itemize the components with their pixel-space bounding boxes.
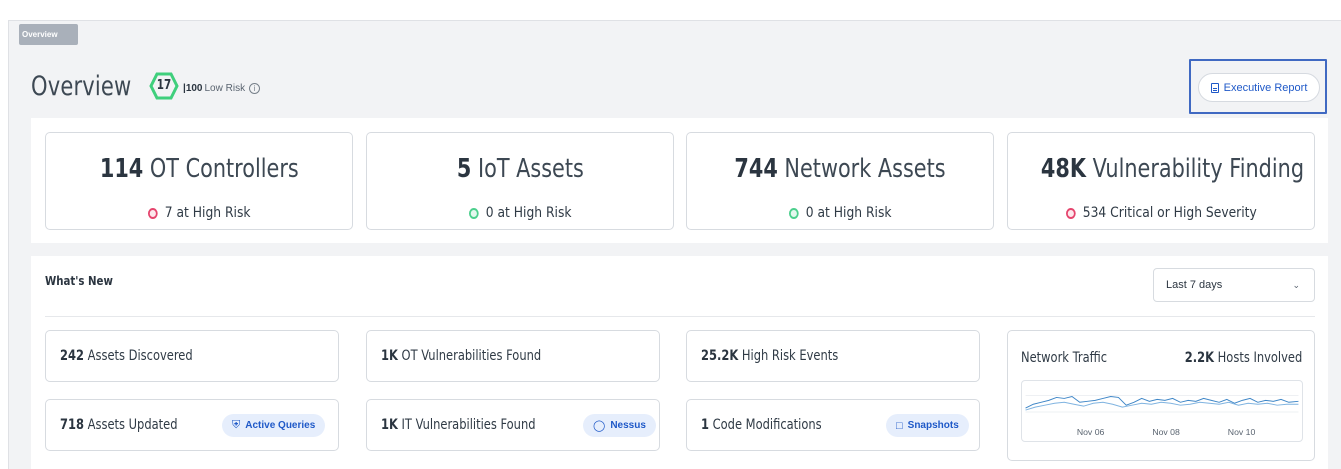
card-label: IT Vulnerabilities Found [401, 417, 536, 433]
kpi-label: Vulnerability Finding [1092, 154, 1305, 184]
card-ot-vulnerabilities[interactable]: 1K OT Vulnerabilities Found [366, 330, 660, 382]
active-queries-badge[interactable]: ⛨ Active Queries [222, 414, 326, 437]
page-title: Overview [31, 70, 132, 102]
hosts-involved: 2.2K Hosts Involved [1184, 350, 1302, 366]
card-value: 1 [701, 417, 709, 433]
risk-score-value: 17 [156, 78, 172, 93]
report-icon [1210, 82, 1219, 93]
executive-report-highlight: Executive Report [1189, 59, 1327, 114]
kpi-label: Network Assets [784, 154, 946, 184]
kpi-value: 744 [734, 154, 778, 184]
whats-new-title: What's New [45, 274, 113, 288]
x-tick-label: Nov 10 [1228, 427, 1256, 437]
kpi-subtext: 0 at High Risk [805, 205, 892, 221]
executive-report-button[interactable]: Executive Report [1198, 73, 1320, 102]
x-tick-label: Nov 06 [1077, 427, 1105, 437]
card-label: Code Modifications [712, 417, 822, 433]
kpi-iot-assets[interactable]: 5 IoT Assets 0 at High Risk [366, 132, 674, 230]
badge-label: Nessus [610, 420, 646, 431]
date-range-value: Last 7 days [1166, 279, 1223, 291]
network-traffic-label: Network Traffic [1021, 350, 1108, 366]
kpi-ot-controllers[interactable]: 114 OT Controllers 7 at High Risk [45, 132, 353, 230]
check-icon [788, 207, 799, 219]
card-value: 1K [381, 348, 398, 364]
kpi-label: IoT Assets [477, 154, 584, 184]
kpi-vulnerability-findings[interactable]: 48K Vulnerability Finding 534 Critical o… [1007, 132, 1315, 230]
card-value: 1K [381, 417, 398, 433]
info-icon[interactable]: i [249, 83, 261, 94]
badge-label: Snapshots [907, 420, 959, 431]
card-code-modifications[interactable]: 1 Code Modifications □ Snapshots [686, 399, 980, 451]
risk-score-max: |100 [183, 83, 203, 94]
nessus-badge[interactable]: ◯ Nessus [583, 414, 656, 437]
title-row: Overview 17 |100 Low Risk i [31, 66, 261, 106]
kpi-subtext: 7 at High Risk [164, 205, 251, 221]
scan-icon: ◯ [593, 420, 606, 432]
chevron-down-icon: ⌄ [1292, 280, 1300, 290]
risk-score-hexagon: 17 [149, 71, 179, 101]
date-range-select[interactable]: Last 7 days ⌄ [1153, 268, 1315, 302]
summary-panel: 114 OT Controllers 7 at High Risk 5 IoT … [31, 118, 1328, 243]
breadcrumb[interactable]: Overview [19, 24, 78, 45]
alert-icon [1065, 207, 1076, 219]
divider [45, 316, 1315, 317]
shield-icon: ⛨ [232, 419, 241, 431]
kpi-subtext: 0 at High Risk [485, 205, 572, 221]
card-label: Assets Updated [87, 417, 178, 433]
kpi-label: OT Controllers [149, 154, 299, 184]
executive-report-label: Executive Report [1223, 81, 1308, 94]
kpi-value: 114 [99, 154, 143, 184]
snapshots-badge[interactable]: □ Snapshots [886, 414, 969, 437]
x-tick-label: Nov 08 [1152, 427, 1180, 437]
kpi-network-assets[interactable]: 744 Network Assets 0 at High Risk [686, 132, 994, 230]
badge-label: Active Queries [245, 420, 316, 431]
network-traffic-card[interactable]: Network Traffic 2.2K Hosts Involved Nov … [1007, 330, 1315, 461]
check-icon [468, 207, 479, 219]
kpi-subtext: 534 Critical or High Severity [1082, 205, 1257, 221]
kpi-value: 48K [1040, 154, 1086, 184]
card-it-vulnerabilities[interactable]: 1K IT Vulnerabilities Found ◯ Nessus [366, 399, 660, 451]
card-assets-updated[interactable]: 718 Assets Updated ⛨ Active Queries [45, 399, 339, 451]
card-label: OT Vulnerabilities Found [401, 348, 542, 364]
card-assets-discovered[interactable]: 242 Assets Discovered [45, 330, 339, 382]
alert-icon [147, 207, 158, 219]
card-value: 25.2K [701, 348, 739, 364]
card-value: 242 [60, 348, 84, 364]
whats-new-panel: What's New Last 7 days ⌄ 242 Assets Disc… [31, 256, 1328, 469]
card-high-risk-events[interactable]: 25.2K High Risk Events [686, 330, 980, 382]
network-traffic-sparkline: Nov 06 Nov 08 Nov 10 [1021, 380, 1303, 442]
kpi-value: 5 [456, 154, 471, 184]
risk-score-label: Low Risk [204, 83, 246, 94]
card-label: High Risk Events [741, 348, 839, 364]
card-label: Assets Discovered [87, 348, 193, 364]
card-value: 718 [60, 417, 84, 433]
snapshot-icon: □ [896, 419, 903, 432]
traffic-series-line-2 [1025, 401, 1299, 411]
